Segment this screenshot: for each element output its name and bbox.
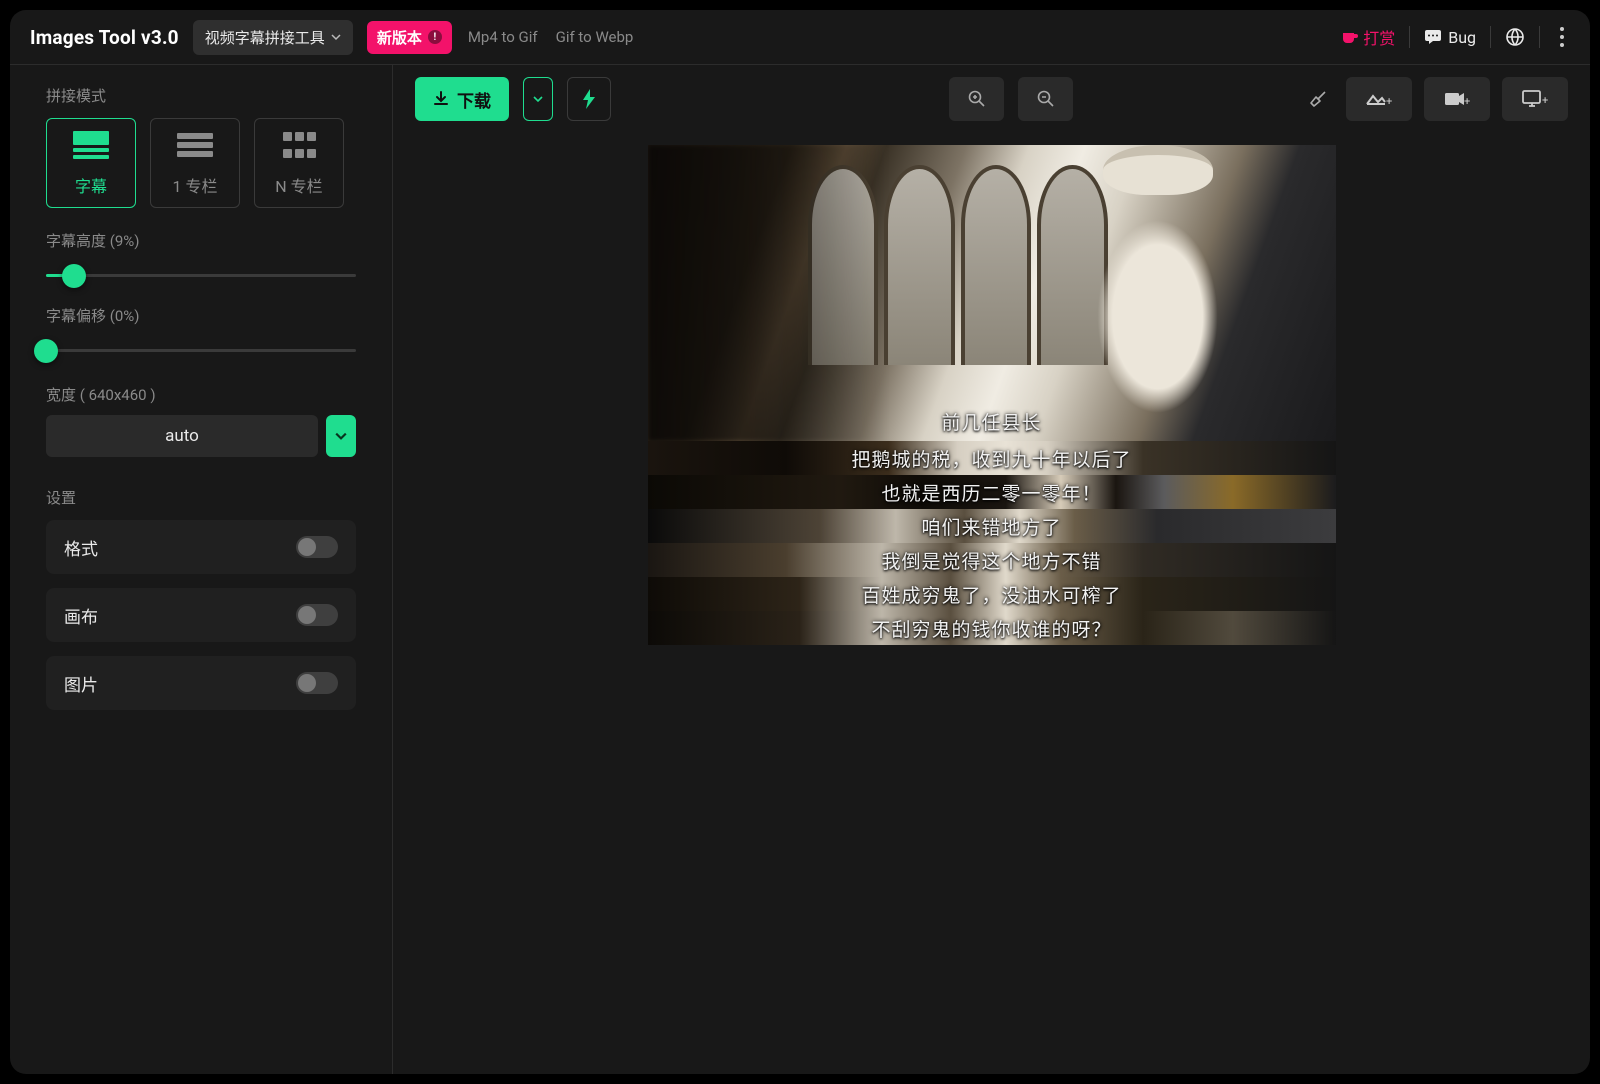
- add-video-button[interactable]: +: [1424, 77, 1490, 121]
- chevron-down-icon: [331, 32, 341, 42]
- download-options-button[interactable]: [523, 77, 553, 121]
- add-image-button[interactable]: +: [1346, 77, 1412, 121]
- bolt-icon: [582, 89, 596, 109]
- subtitle-line-2: 也就是西历二零一零年！: [881, 479, 1101, 506]
- subtitle-line-0: 前几任县长: [648, 408, 1336, 435]
- download-button[interactable]: 下载: [415, 77, 509, 121]
- svg-text:+: +: [1386, 95, 1392, 108]
- nav-gif-to-webp[interactable]: Gif to Webp: [554, 24, 636, 50]
- subtitle-strip-1: 把鹅城的税，收到九十年以后了: [648, 441, 1336, 475]
- video-add-icon: +: [1444, 90, 1470, 108]
- setting-image-toggle[interactable]: [296, 672, 338, 694]
- stitched-preview: 前几任县长 把鹅城的税，收到九十年以后了 也就是西历二零一零年！ 咱们来错地方了…: [648, 145, 1336, 645]
- svg-text:+: +: [1542, 94, 1548, 107]
- subtitle-line-3: 咱们来错地方了: [921, 513, 1061, 540]
- nav-mp4-to-gif[interactable]: Mp4 to Gif: [466, 24, 540, 50]
- chevron-down-icon: [533, 94, 543, 104]
- width-label: 宽度 ( 640x460 ): [46, 384, 356, 405]
- bug-button[interactable]: Bug: [1424, 28, 1476, 47]
- donate-button[interactable]: 打赏: [1341, 25, 1395, 49]
- new-version-label: 新版本: [377, 27, 422, 48]
- bug-label: Bug: [1448, 28, 1476, 47]
- mode-section-label: 拼接模式: [46, 85, 356, 106]
- screen-add-icon: +: [1522, 89, 1548, 109]
- one-column-mode-icon: [175, 129, 215, 161]
- setting-format-toggle[interactable]: [296, 536, 338, 558]
- subtitle-strip-6: 不刮穷鬼的钱你收谁的呀？: [648, 611, 1336, 645]
- main-frame: 前几任县长: [648, 145, 1336, 441]
- subtitle-line-5: 百姓成穷鬼了，没油水可榨了: [861, 581, 1121, 608]
- subtitle-mode-icon: [71, 129, 111, 161]
- chevron-down-icon: [335, 430, 347, 442]
- clear-button[interactable]: [1302, 83, 1334, 115]
- image-add-icon: +: [1366, 90, 1392, 108]
- subtitle-strip-5: 百姓成穷鬼了，没油水可榨了: [648, 577, 1336, 611]
- setting-format[interactable]: 格式: [46, 520, 356, 574]
- subtitle-offset-slider[interactable]: [46, 336, 356, 366]
- mode-subtitle[interactable]: 字幕: [46, 118, 136, 208]
- new-version-badge[interactable]: 新版本 !: [367, 21, 452, 54]
- mode-one-column[interactable]: 1 专栏: [150, 118, 240, 208]
- subtitle-strip-3: 咱们来错地方了: [648, 509, 1336, 543]
- subtitle-strip-2: 也就是西历二零一零年！: [648, 475, 1336, 509]
- setting-canvas-label: 画布: [64, 603, 98, 628]
- divider: [1539, 26, 1540, 48]
- chat-icon: [1424, 29, 1442, 45]
- subtitle-line-6: 不刮穷鬼的钱你收谁的呀？: [871, 615, 1111, 642]
- divider: [1490, 26, 1491, 48]
- globe-icon: [1505, 27, 1525, 47]
- setting-format-label: 格式: [64, 535, 98, 560]
- subtitle-line-1: 把鹅城的税，收到九十年以后了: [851, 445, 1131, 472]
- zoom-out-icon: [1037, 90, 1055, 108]
- add-screen-button[interactable]: +: [1502, 77, 1568, 121]
- width-select-toggle[interactable]: [326, 415, 356, 457]
- bolt-button[interactable]: [567, 77, 611, 121]
- download-icon: [433, 91, 449, 107]
- more-menu-button[interactable]: [1554, 21, 1570, 53]
- download-label: 下载: [457, 87, 491, 112]
- app-title: Images Tool v3.0: [30, 26, 179, 49]
- tool-dropdown[interactable]: 视频字幕拼接工具: [193, 20, 353, 55]
- settings-section-label: 设置: [46, 487, 356, 508]
- zoom-out-button[interactable]: [1018, 77, 1073, 121]
- broom-icon: [1308, 89, 1328, 109]
- zoom-in-button[interactable]: [949, 77, 1004, 121]
- canvas-area[interactable]: 前几任县长 把鹅城的税，收到九十年以后了 也就是西历二零一零年！ 咱们来错地方了…: [393, 133, 1590, 1074]
- language-button[interactable]: [1505, 27, 1525, 47]
- mode-one-column-label: 1 专栏: [173, 173, 218, 197]
- donate-label: 打赏: [1363, 25, 1395, 49]
- mode-n-column[interactable]: N 专栏: [254, 118, 344, 208]
- setting-canvas[interactable]: 画布: [46, 588, 356, 642]
- setting-image[interactable]: 图片: [46, 656, 356, 710]
- mode-n-column-label: N 专栏: [275, 173, 322, 197]
- subtitle-height-label: 字幕高度 (9%): [46, 230, 356, 251]
- n-column-mode-icon: [281, 129, 317, 161]
- subtitle-height-slider[interactable]: [46, 261, 356, 291]
- setting-image-label: 图片: [64, 671, 98, 696]
- svg-text:+: +: [1464, 95, 1470, 108]
- divider: [1409, 26, 1410, 48]
- alert-dot-icon: !: [428, 30, 442, 44]
- coffee-icon: [1341, 29, 1359, 45]
- subtitle-strip-4: 我倒是觉得这个地方不错: [648, 543, 1336, 577]
- mode-subtitle-label: 字幕: [75, 173, 107, 197]
- zoom-in-icon: [968, 90, 986, 108]
- setting-canvas-toggle[interactable]: [296, 604, 338, 626]
- subtitle-offset-label: 字幕偏移 (0%): [46, 305, 356, 326]
- subtitle-line-4: 我倒是觉得这个地方不错: [881, 547, 1101, 574]
- tool-dropdown-label: 视频字幕拼接工具: [205, 27, 325, 48]
- width-select[interactable]: auto: [46, 415, 318, 457]
